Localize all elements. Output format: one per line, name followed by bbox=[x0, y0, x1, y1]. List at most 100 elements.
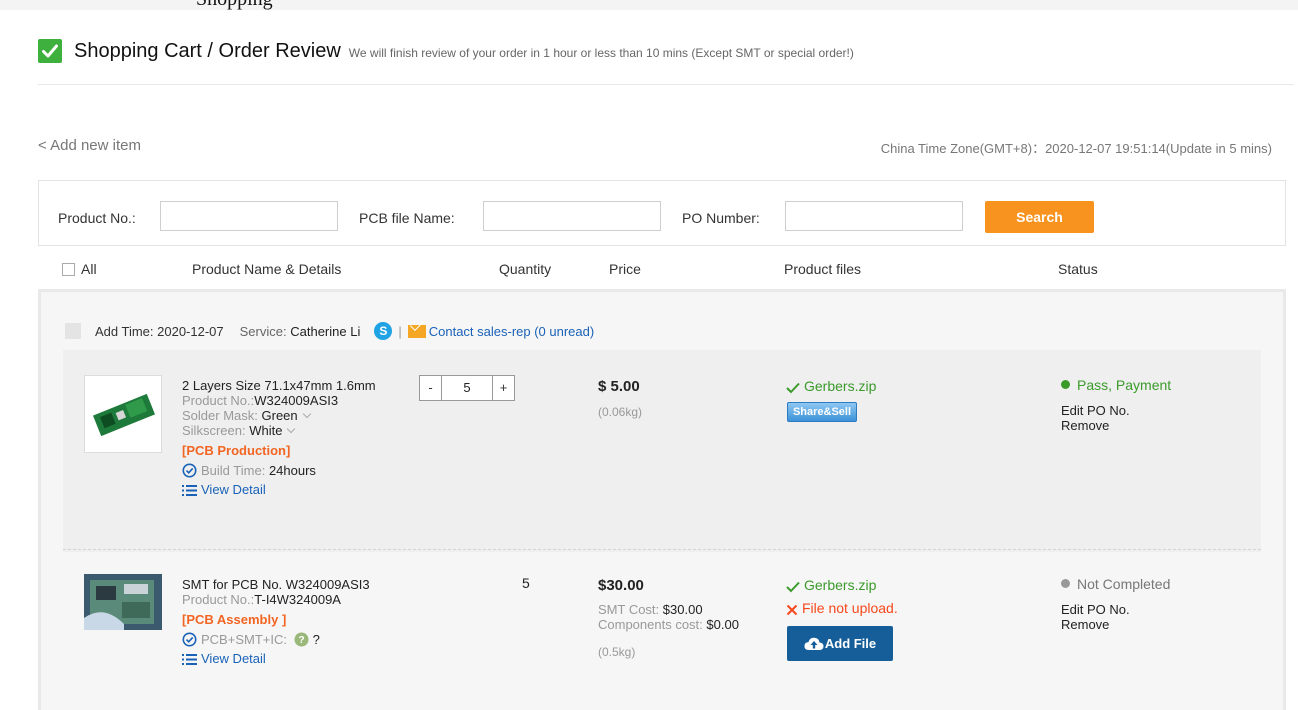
pcb-image bbox=[85, 376, 161, 452]
clock-check-icon bbox=[182, 463, 197, 478]
item-2-product-no-label: Product No.: bbox=[182, 592, 255, 607]
assembly-type: PCB+SMT+IC: ?? bbox=[182, 632, 370, 647]
pcb-file-input[interactable] bbox=[483, 201, 661, 231]
item-2-product-no: T-I4W324009A bbox=[254, 592, 341, 607]
assembly-image bbox=[84, 574, 162, 630]
solder-mask-value: Green bbox=[261, 408, 298, 423]
item-2-price: $30.00 bbox=[598, 577, 644, 594]
edit-po-link[interactable]: Edit PO No. bbox=[1061, 602, 1130, 617]
po-number-input[interactable] bbox=[785, 201, 963, 231]
product-no-label: Product No.: bbox=[58, 210, 136, 226]
view-detail-link[interactable]: View Detail bbox=[182, 482, 376, 497]
quantity-increment-button[interactable]: + bbox=[492, 376, 514, 400]
header-divider bbox=[38, 84, 1294, 85]
item-2-details: SMT for PCB No. W324009ASI3 Product No.:… bbox=[182, 577, 370, 666]
pcb-thumbnail[interactable] bbox=[84, 375, 162, 453]
item-1-status-text: Pass, Payment bbox=[1077, 377, 1172, 393]
silkscreen-select[interactable]: Silkscreen: White bbox=[182, 423, 376, 438]
item-2-actions: Edit PO No. Remove bbox=[1061, 602, 1130, 632]
chevron-down-icon bbox=[287, 424, 296, 434]
order-info-line: Add Time: 2020-12-07 Service: Catherine … bbox=[65, 322, 594, 340]
help-icon[interactable]: ? bbox=[294, 632, 309, 647]
item-2-file[interactable]: Gerbers.zip bbox=[786, 577, 876, 593]
quantity-decrement-button[interactable]: - bbox=[420, 376, 442, 400]
item-1-details: 2 Layers Size 71.1x47mm 1.6mm Product No… bbox=[182, 378, 376, 497]
item-2-title: SMT for PCB No. W324009ASI3 bbox=[182, 577, 370, 592]
components-cost-label: Components cost: bbox=[598, 617, 703, 632]
add-file-label: Add File bbox=[824, 636, 877, 651]
components-cost-value: $0.00 bbox=[706, 617, 739, 632]
item-2-status: Not Completed bbox=[1061, 576, 1170, 592]
share-sell-button[interactable]: Share&Sell bbox=[787, 402, 857, 422]
product-no-input[interactable] bbox=[160, 201, 338, 231]
assembly-type-value: ? bbox=[312, 632, 320, 647]
item-2-quantity: 5 bbox=[522, 575, 530, 591]
item-1-actions: Edit PO No. Remove bbox=[1061, 403, 1130, 433]
item-1-file-name: Gerbers.zip bbox=[804, 378, 877, 394]
item-divider bbox=[63, 549, 1261, 550]
search-button[interactable]: Search bbox=[985, 201, 1094, 233]
item-2-weight: (0.5kg) bbox=[598, 645, 636, 659]
file-not-upload-warning: File not upload. bbox=[786, 600, 898, 616]
item-1-status: Pass, Payment bbox=[1061, 377, 1171, 393]
status-dot-icon bbox=[1061, 380, 1070, 389]
service-label: Service: bbox=[239, 323, 287, 339]
silkscreen-value: White bbox=[249, 423, 283, 438]
remove-link[interactable]: Remove bbox=[1061, 617, 1130, 632]
solder-mask-label: Solder Mask: bbox=[182, 408, 258, 423]
contact-sales-rep-link[interactable]: Contact sales-rep (0 unread) bbox=[429, 324, 594, 339]
remove-link[interactable]: Remove bbox=[1061, 418, 1130, 433]
edit-po-link[interactable]: Edit PO No. bbox=[1061, 403, 1130, 418]
col-quantity: Quantity bbox=[499, 261, 552, 277]
item-1-title: 2 Layers Size 71.1x47mm 1.6mm bbox=[182, 378, 376, 393]
select-all-checkbox[interactable] bbox=[62, 263, 75, 276]
item-2-status-text: Not Completed bbox=[1077, 576, 1171, 592]
assembly-thumbnail[interactable] bbox=[84, 574, 162, 630]
smt-cost-label: SMT Cost: bbox=[598, 602, 660, 617]
item-1-weight: (0.06kg) bbox=[598, 405, 643, 419]
list-icon bbox=[182, 654, 197, 665]
add-new-item-link[interactable]: < Add new item bbox=[38, 137, 141, 154]
quantity-value[interactable]: 5 bbox=[442, 376, 492, 400]
col-status: Status bbox=[1058, 261, 1098, 277]
cloud-upload-icon bbox=[804, 637, 824, 650]
pcb-file-label: PCB file Name: bbox=[359, 210, 455, 226]
chevron-down-icon bbox=[302, 409, 311, 419]
timezone-text: China Time Zone(GMT+8)：2020-12-07 19:51:… bbox=[880, 141, 1272, 156]
item-1-price: $ 5.00 bbox=[598, 378, 640, 395]
item-1-product-no-label: Product No.: bbox=[182, 393, 255, 408]
view-detail-label: View Detail bbox=[201, 651, 266, 666]
page-header: Shopping Cart / Order Review We will fin… bbox=[38, 36, 854, 66]
page-title: Shopping Cart / Order Review bbox=[74, 39, 341, 62]
mail-icon[interactable] bbox=[407, 324, 426, 338]
separator: | bbox=[398, 323, 402, 339]
add-time: Add Time: 2020-12-07 bbox=[95, 323, 224, 339]
search-panel: Product No.: PCB file Name: PO Number: S… bbox=[38, 180, 1286, 246]
clock-check-icon bbox=[182, 632, 197, 647]
service-info: Service: Catherine Li bbox=[240, 324, 361, 339]
select-all-label: All bbox=[81, 261, 97, 277]
build-time: Build Time: 24hours bbox=[182, 463, 376, 478]
view-detail-label: View Detail bbox=[201, 482, 266, 497]
order-checkbox[interactable] bbox=[65, 323, 81, 339]
item-2-file-name: Gerbers.zip bbox=[804, 577, 877, 593]
order-group: Add Time: 2020-12-07 Service: Catherine … bbox=[38, 289, 1286, 710]
view-detail-link[interactable]: View Detail bbox=[182, 651, 370, 666]
assembly-type-label: PCB+SMT+IC: bbox=[201, 632, 287, 647]
silkscreen-label: Silkscreen: bbox=[182, 423, 246, 438]
item-1-category: [PCB Production] bbox=[182, 443, 291, 458]
item-1-product-no: W324009ASI3 bbox=[254, 393, 339, 408]
item-1-file[interactable]: Gerbers.zip bbox=[786, 378, 876, 394]
solder-mask-select[interactable]: Solder Mask: Green bbox=[182, 408, 376, 423]
quantity-stepper[interactable]: - 5 + bbox=[419, 375, 515, 401]
select-all[interactable]: All bbox=[62, 261, 97, 277]
page-subtitle: We will finish review of your order in 1… bbox=[348, 45, 854, 60]
partial-heading: Shopping bbox=[196, 0, 273, 10]
smt-cost-value: $30.00 bbox=[662, 602, 703, 617]
col-product: Product Name & Details bbox=[192, 261, 342, 277]
add-file-button[interactable]: Add File bbox=[787, 626, 893, 661]
skype-icon[interactable]: S bbox=[374, 322, 393, 340]
svg-text:?: ? bbox=[298, 635, 304, 646]
build-time-label: Build Time: bbox=[201, 463, 266, 478]
status-dot-icon bbox=[1061, 579, 1070, 588]
